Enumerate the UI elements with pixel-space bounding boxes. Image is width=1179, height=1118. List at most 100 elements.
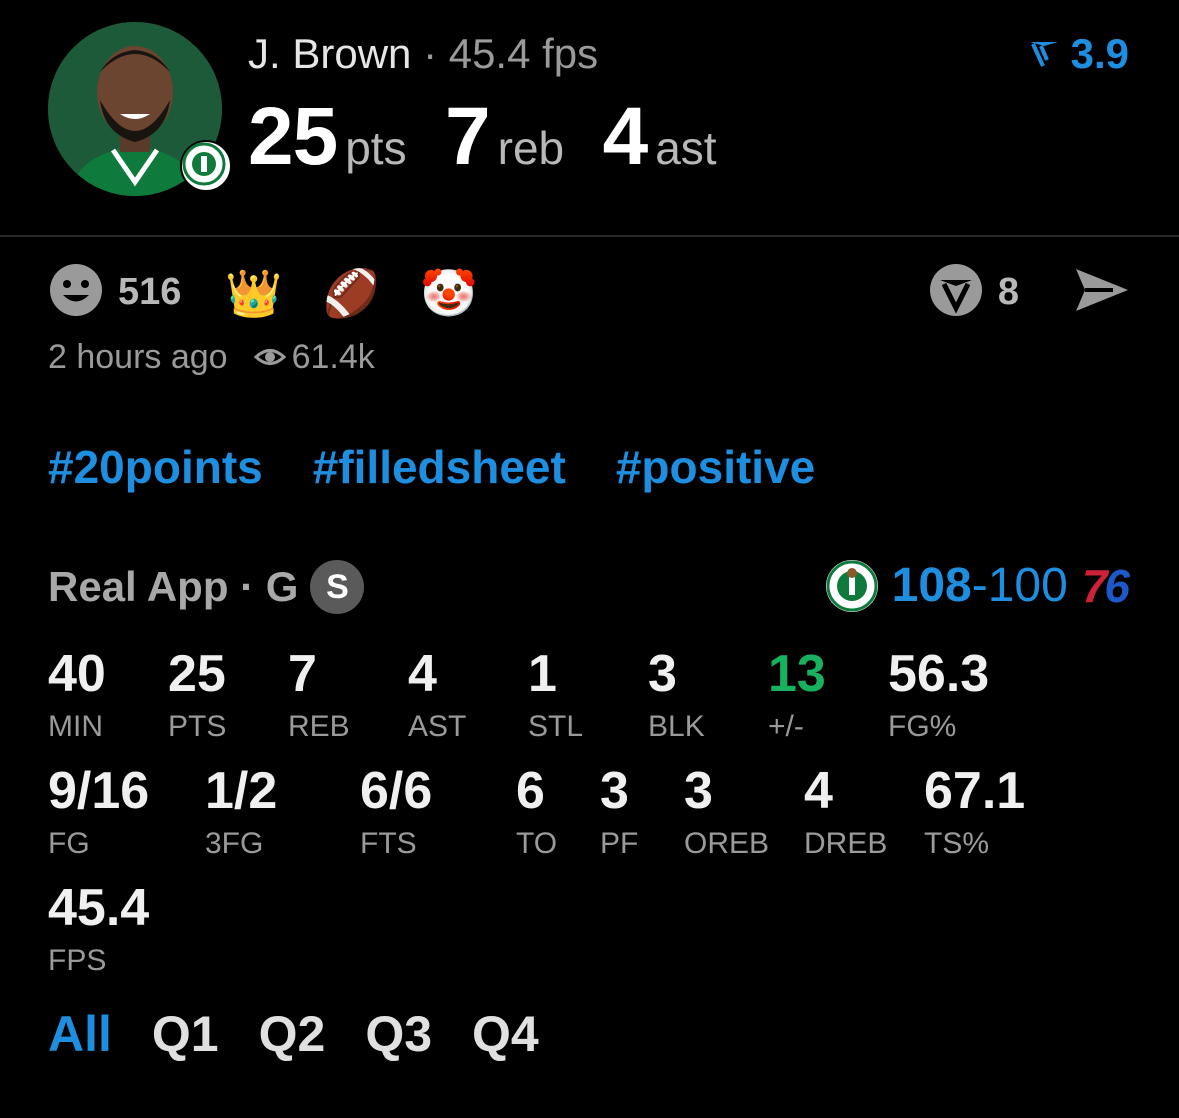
stat-label: PTS bbox=[168, 710, 227, 743]
stat-label: +/- bbox=[768, 710, 804, 743]
stat-plus-minus: 13 +/- bbox=[768, 648, 826, 744]
celtics-logo-icon bbox=[180, 140, 232, 192]
celtics-logo-icon bbox=[825, 559, 878, 612]
stat-label: FG% bbox=[888, 710, 957, 743]
stat-value: 40 bbox=[48, 645, 106, 703]
stat-value: 7 bbox=[288, 645, 317, 703]
hashtag-link[interactable]: #20points bbox=[48, 440, 263, 494]
score-separator: - bbox=[971, 559, 988, 612]
stat-value: 1 bbox=[528, 645, 557, 703]
player-header[interactable]: J. Brown · 45.4 fps bbox=[248, 30, 598, 78]
football-reaction-icon[interactable]: 🏈 bbox=[323, 270, 380, 316]
stat-fts: 6/6 FTS bbox=[360, 765, 432, 861]
headline-stats: 25 pts 7 reb 4 ast bbox=[248, 90, 751, 184]
stat-min: 40 MIN bbox=[48, 648, 106, 744]
stat-label: 3FG bbox=[205, 827, 264, 860]
comment-count: 8 bbox=[997, 271, 1019, 313]
reactions-bar[interactable]: 516 👑 🏈 🤡 bbox=[48, 262, 503, 323]
player-name[interactable]: J. Brown bbox=[248, 30, 411, 77]
home-score: 108 bbox=[891, 559, 972, 612]
stat-value: 6/6 bbox=[360, 762, 433, 820]
s-badge: S bbox=[310, 560, 365, 614]
game-score[interactable]: 108-100 76 bbox=[825, 558, 1130, 613]
rating-badge[interactable]: 3.9 bbox=[1027, 30, 1129, 78]
stat-value: 1/2 bbox=[205, 762, 278, 820]
crown-reaction-icon[interactable]: 👑 bbox=[225, 270, 282, 316]
stat-fg-pct: 56.3 FG% bbox=[888, 648, 989, 744]
headline-ast-unit: ast bbox=[655, 122, 717, 174]
stat-label: BLK bbox=[648, 710, 705, 743]
stat-value: 9/16 bbox=[48, 762, 150, 820]
post-actions: 8 bbox=[928, 262, 1131, 323]
clown-reaction-icon[interactable]: 🤡 bbox=[420, 270, 477, 316]
stat-fps: 45.4 FPS bbox=[48, 882, 149, 978]
stat-label: FPS bbox=[48, 944, 107, 977]
stat-to: 6 TO bbox=[516, 765, 557, 861]
stat-label: OREB bbox=[684, 827, 770, 860]
stat-label: DREB bbox=[804, 827, 888, 860]
headline-reb-unit: reb bbox=[497, 122, 565, 174]
stat-value: 3 bbox=[600, 762, 629, 820]
stat-label: REB bbox=[288, 710, 350, 743]
game-source: Real App · G S bbox=[48, 560, 365, 614]
tab-q4[interactable]: Q4 bbox=[472, 1005, 539, 1063]
stat-pf: 3 PF bbox=[600, 765, 638, 861]
hashtag-list: #20points #filledsheet #positive bbox=[48, 440, 815, 494]
stat-label: FTS bbox=[360, 827, 417, 860]
stat-blk: 3 BLK bbox=[648, 648, 705, 744]
stat-pts: 25 PTS bbox=[168, 648, 226, 744]
stat-value: 6 bbox=[516, 762, 545, 820]
views-group: 61.4k bbox=[253, 338, 375, 377]
rating-value: 3.9 bbox=[1070, 30, 1129, 77]
stat-oreb: 3 OREB bbox=[684, 765, 769, 861]
stat-ts-pct: 67.1 TS% bbox=[924, 765, 1025, 861]
stat-value: 3 bbox=[684, 762, 713, 820]
stat-stl: 1 STL bbox=[528, 648, 583, 744]
player-fps: 45.4 fps bbox=[448, 30, 599, 77]
stat-label: MIN bbox=[48, 710, 103, 743]
post-meta: 2 hours ago 61.4k bbox=[48, 338, 375, 377]
stat-label: PF bbox=[600, 827, 639, 860]
stat-reb: 7 REB bbox=[288, 648, 350, 744]
headline-pts-value: 25 bbox=[248, 91, 338, 182]
away-score: 100 bbox=[987, 559, 1068, 612]
stat-value: 67.1 bbox=[924, 762, 1026, 820]
stat-value: 13 bbox=[768, 645, 826, 703]
share-send-icon[interactable] bbox=[1073, 265, 1131, 320]
headline-reb-value: 7 bbox=[445, 91, 491, 182]
tab-q2[interactable]: Q2 bbox=[259, 1005, 326, 1063]
post-time: 2 hours ago bbox=[48, 338, 228, 376]
stat-label: STL bbox=[528, 710, 584, 743]
stat-value: 4 bbox=[408, 645, 437, 703]
stat-dreb: 4 DREB bbox=[804, 765, 887, 861]
stat-label: TO bbox=[516, 827, 558, 860]
stat-value: 56.3 bbox=[888, 645, 990, 703]
tab-q1[interactable]: Q1 bbox=[152, 1005, 219, 1063]
headline-pts-unit: pts bbox=[345, 122, 407, 174]
stat-label: TS% bbox=[924, 827, 990, 860]
headline-ast-value: 4 bbox=[602, 91, 649, 182]
hashtag-link[interactable]: #positive bbox=[616, 440, 815, 494]
tab-all[interactable]: All bbox=[48, 1005, 112, 1063]
stat-value: 3 bbox=[648, 645, 677, 703]
tab-q3[interactable]: Q3 bbox=[365, 1005, 432, 1063]
stat-value: 4 bbox=[804, 762, 833, 820]
stat-label: AST bbox=[408, 710, 467, 743]
stat-value: 45.4 bbox=[48, 879, 150, 937]
stat-3fg: 1/2 3FG bbox=[205, 765, 277, 861]
view-count: 61.4k bbox=[291, 338, 375, 376]
comment-icon[interactable] bbox=[928, 262, 984, 323]
stat-ast: 4 AST bbox=[408, 648, 466, 744]
header-divider bbox=[0, 235, 1179, 237]
quarter-tabs: All Q1 Q2 Q3 Q4 bbox=[48, 1005, 539, 1063]
game-source-label: Real App · G bbox=[48, 563, 299, 610]
smiley-reaction-icon[interactable] bbox=[48, 262, 104, 323]
rating-arrow-icon bbox=[1027, 30, 1061, 78]
stat-value: 25 bbox=[168, 645, 226, 703]
hashtag-link[interactable]: #filledsheet bbox=[313, 440, 566, 494]
eye-icon bbox=[253, 338, 286, 377]
reaction-count: 516 bbox=[118, 271, 182, 313]
separator-dot: · bbox=[423, 30, 449, 77]
stat-fg: 9/16 FG bbox=[48, 765, 149, 861]
stat-label: FG bbox=[48, 827, 90, 860]
